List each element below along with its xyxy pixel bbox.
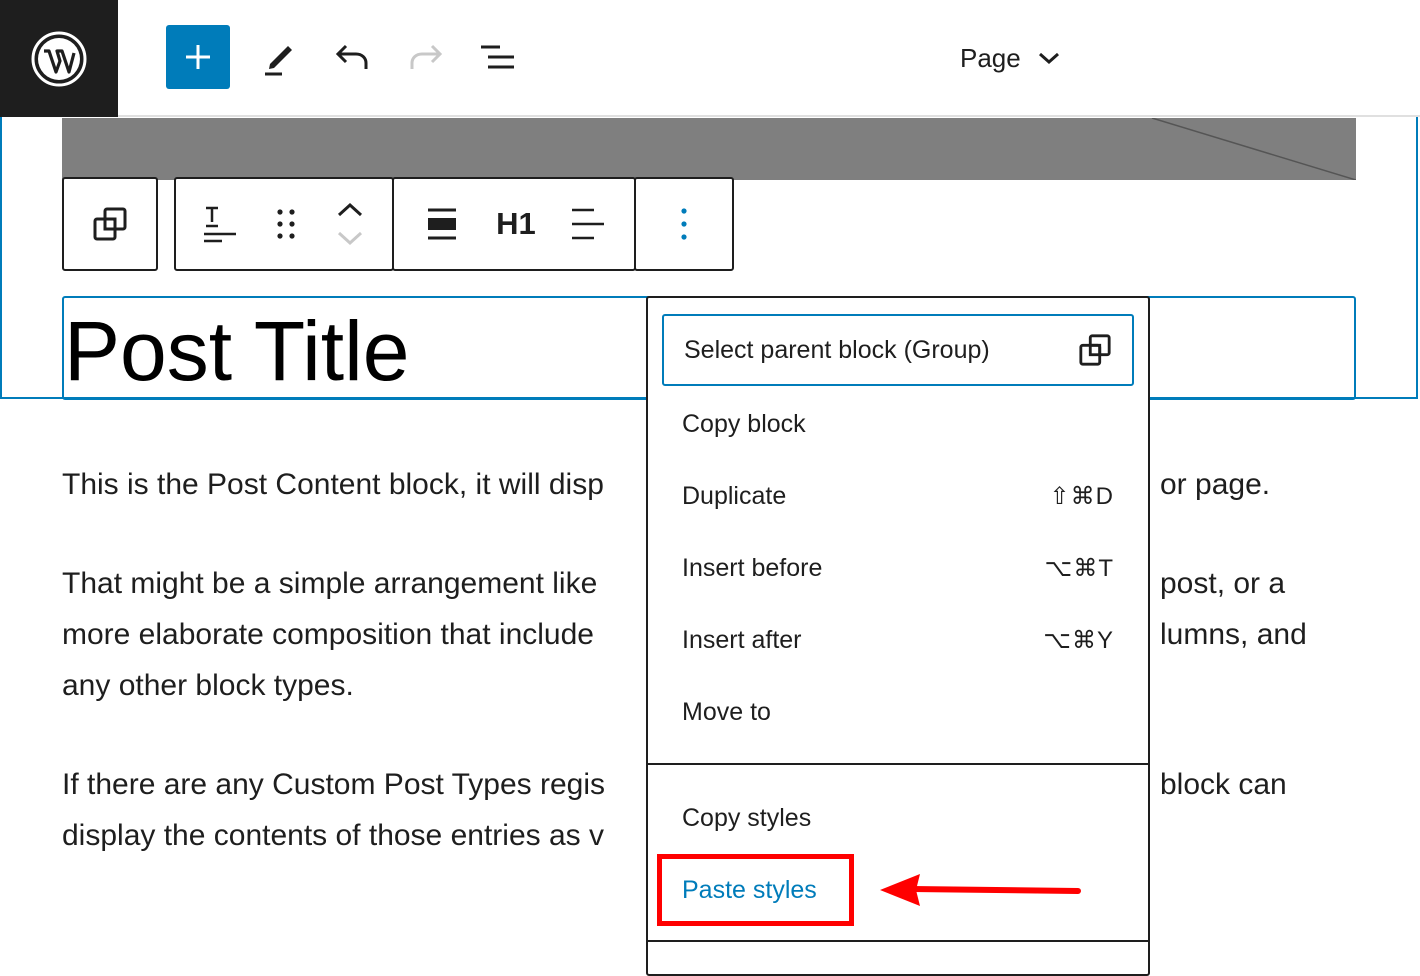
menu-item-label: Select parent block (Group) (684, 335, 990, 364)
list-view-icon (481, 45, 514, 69)
block-toolbar-move-group (174, 177, 394, 271)
move-block-buttons[interactable] (308, 179, 392, 269)
menu-item-shortcut: ⌥⌘T (1044, 554, 1114, 582)
menu-item-duplicate[interactable]: Duplicate ⇧⌘D (662, 460, 1134, 532)
menu-item-label: Insert after (682, 625, 802, 654)
tools-button[interactable] (248, 25, 312, 89)
post-title[interactable]: Post Title (64, 304, 409, 398)
chevron-down-icon (1038, 52, 1059, 65)
redo-icon (410, 44, 443, 69)
menu-item-shortcut: ⇧⌘D (1049, 482, 1114, 510)
menu-item-label: Move to (682, 697, 771, 726)
annotation-arrow-icon (880, 874, 1081, 906)
menu-item-shortcut: ⌥⌘Y (1043, 626, 1114, 654)
text-align-icon (572, 208, 604, 240)
menu-item-move-to[interactable]: Move to (662, 676, 1134, 748)
menu-item-select-parent[interactable]: Select parent block (Group) (662, 314, 1134, 386)
menu-item-insert-after[interactable]: Insert after ⌥⌘Y (662, 604, 1134, 676)
add-block-button[interactable] (166, 25, 230, 89)
document-type-selector[interactable]: Page (960, 30, 1061, 86)
select-parent-icon (1079, 334, 1111, 366)
cover-image-block[interactable] (62, 118, 1356, 180)
more-options-button[interactable] (636, 179, 732, 269)
more-options-icon (681, 208, 687, 240)
wordpress-logo[interactable] (0, 0, 118, 117)
block-toolbar-options-group (634, 177, 734, 271)
move-up-down-icon (337, 202, 363, 246)
redo-button[interactable] (394, 25, 458, 89)
annotation-highlight-box (657, 854, 854, 926)
undo-icon (335, 44, 368, 69)
menu-item-label: Copy styles (682, 803, 812, 832)
menu-item-label: Copy block (682, 409, 806, 438)
menu-separator (648, 763, 1148, 765)
list-view-button[interactable] (466, 25, 530, 89)
paragraph-2-line-1-right: post, or a (1160, 567, 1286, 600)
paragraph-1-right: or page. (1160, 468, 1271, 501)
placeholder-diagonal-icon (1151, 118, 1356, 180)
pencil-icon (265, 46, 292, 76)
select-parent-icon (93, 207, 127, 241)
heading-level-button[interactable]: H1 (490, 179, 542, 269)
align-wide-icon (428, 208, 456, 240)
document-type-label: Page (960, 42, 1021, 73)
undo-button[interactable] (320, 25, 384, 89)
drag-handle-button[interactable] (264, 179, 308, 269)
menu-item-copy-styles[interactable]: Copy styles (662, 782, 1134, 854)
align-button[interactable] (394, 179, 490, 269)
paragraph-2-line-2-right: lumns, and (1160, 618, 1307, 651)
paragraph-3-line-1-right: block can (1160, 768, 1287, 801)
menu-item-label: Insert before (682, 553, 823, 582)
wordpress-logo-icon (31, 31, 87, 86)
menu-separator (648, 940, 1148, 942)
menu-item-label: Duplicate (682, 481, 787, 510)
plus-icon (186, 45, 210, 69)
transform-block-button[interactable] (176, 179, 264, 269)
transform-heading-icon (204, 206, 236, 243)
block-toolbar-parent-group (62, 177, 158, 271)
block-toolbar-format-group: H1 (392, 177, 636, 271)
select-parent-button[interactable] (64, 179, 156, 269)
drag-handle-icon (277, 209, 295, 239)
text-align-button[interactable] (542, 179, 634, 269)
menu-item-insert-before[interactable]: Insert before ⌥⌘T (662, 532, 1134, 604)
menu-item-copy-block[interactable]: Copy block (662, 388, 1134, 460)
